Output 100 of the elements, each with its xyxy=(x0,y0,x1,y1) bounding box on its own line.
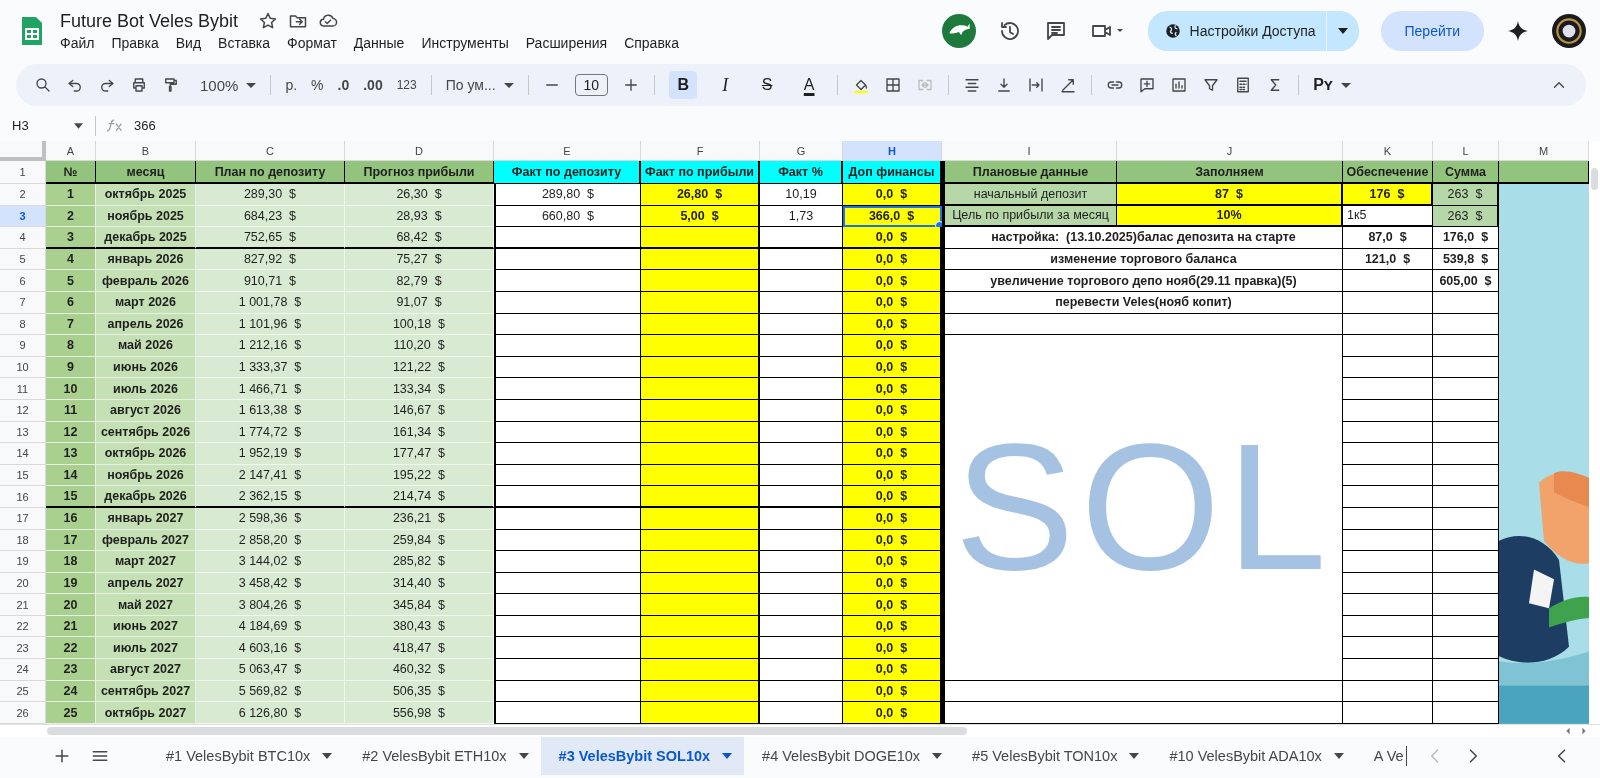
italic-button[interactable]: I xyxy=(711,71,740,99)
table-cell: 289,80 $ xyxy=(494,184,641,206)
font-size-field[interactable]: 10 xyxy=(574,74,609,96)
bold-button[interactable]: B xyxy=(669,71,698,99)
table-cell: изменение торгового баланса xyxy=(942,248,1343,271)
row-number[interactable]: 16 xyxy=(0,486,46,508)
table-cell: 0,0 $ xyxy=(843,702,942,724)
sheet-tab[interactable]: #1 VelesBybit BTC10x xyxy=(148,737,345,775)
row-number[interactable]: 17 xyxy=(0,507,46,530)
column-header[interactable]: M xyxy=(1499,141,1589,161)
row-number[interactable]: 12 xyxy=(0,399,46,422)
table-cell: 121,22 $ xyxy=(345,356,494,379)
menu-item[interactable]: Правка xyxy=(111,33,159,52)
formula-field[interactable]: 366 xyxy=(134,118,156,133)
table-cell: 0,0 $ xyxy=(843,615,942,638)
table-cell: 4 603,16 $ xyxy=(196,637,345,660)
row-number[interactable]: 20 xyxy=(0,572,46,595)
menu-item[interactable]: Файл xyxy=(60,33,95,52)
currency-button[interactable]: р. xyxy=(285,77,298,93)
column-header[interactable]: F xyxy=(641,141,760,161)
table-cell: 0,0 $ xyxy=(843,551,942,573)
table-cell: 133,34 $ xyxy=(345,378,494,400)
sheet-tab[interactable]: #10 VelesBybit ADA10x xyxy=(1151,737,1356,775)
row-number[interactable]: 22 xyxy=(0,615,46,638)
column-header[interactable]: E xyxy=(494,141,641,161)
number-format-button[interactable]: 123 xyxy=(396,78,417,92)
row-number[interactable]: 10 xyxy=(0,356,46,379)
table-cell: 506,35 $ xyxy=(345,680,494,703)
row-number[interactable]: 9 xyxy=(0,335,46,357)
row-number[interactable]: 14 xyxy=(0,443,46,465)
sheet-tab[interactable]: #3 VelesBybit SOL10x xyxy=(540,737,745,775)
row-number[interactable]: 25 xyxy=(0,680,46,703)
row-number[interactable]: 5 xyxy=(0,248,46,271)
column-header[interactable]: D xyxy=(345,141,494,161)
strike-button[interactable]: S xyxy=(753,71,782,99)
row-number[interactable]: 18 xyxy=(0,529,46,552)
row-number[interactable]: 24 xyxy=(0,659,46,681)
row-number[interactable]: 8 xyxy=(0,313,46,336)
column-header[interactable]: C xyxy=(196,141,345,161)
zoom-dropdown[interactable]: 100% xyxy=(200,76,257,94)
sheet-tab[interactable]: #4 VelesBybit DOGE10x xyxy=(744,737,955,775)
sheet-tab[interactable]: #2 VelesBybit ETH10x xyxy=(344,737,541,775)
row-number[interactable]: 23 xyxy=(0,637,46,660)
table-cell: май 2026 xyxy=(96,335,196,357)
row-number[interactable]: 15 xyxy=(0,464,46,487)
menu-item[interactable]: Вставка xyxy=(218,33,271,52)
decrease-decimals-button[interactable]: .0 xyxy=(337,77,350,93)
row-number[interactable]: 26 xyxy=(0,702,46,724)
column-header[interactable]: A xyxy=(46,141,96,161)
font-dropdown[interactable]: По ум... xyxy=(445,77,514,93)
menu-item[interactable]: Расширения xyxy=(525,33,608,52)
table-cell: 0,0 $ xyxy=(843,486,942,508)
color-button[interactable]: A xyxy=(795,71,824,99)
share-button[interactable]: Настройки Доступа xyxy=(1147,11,1327,51)
table-cell: июнь 2027 xyxy=(96,615,196,638)
row-number[interactable]: 2 xyxy=(0,184,46,206)
input-tools-dropdown[interactable]: Pʏ xyxy=(1313,76,1351,94)
row-number[interactable]: 11 xyxy=(0,378,46,400)
column-header[interactable]: J xyxy=(1117,141,1343,161)
row-number[interactable]: 1 xyxy=(0,161,46,184)
document-title[interactable]: Future Bot Veles Bybit xyxy=(60,10,239,32)
menu-item[interactable]: Инструменты xyxy=(421,33,509,52)
menu-item[interactable]: Справка xyxy=(624,33,680,52)
table-cell: 161,34 $ xyxy=(345,421,494,444)
column-header[interactable]: B xyxy=(96,141,196,161)
row-number[interactable]: 13 xyxy=(0,421,46,444)
table-cell: ноябрь 2025 xyxy=(96,205,196,228)
table-cell: июль 2026 xyxy=(96,378,196,400)
row-number[interactable]: 21 xyxy=(0,594,46,616)
cell-reference[interactable]: H3 xyxy=(12,118,74,133)
table-cell: 539,8 $ xyxy=(1433,248,1499,271)
menu-item[interactable]: Данные xyxy=(353,33,405,52)
row-number[interactable]: 19 xyxy=(0,551,46,573)
increase-decimals-button[interactable]: .00 xyxy=(363,77,383,93)
table-cell: 556,98 $ xyxy=(345,702,494,724)
sheet-tab[interactable]: A Ve xyxy=(1355,746,1407,766)
column-header[interactable]: I xyxy=(942,141,1117,161)
table-cell: 0,0 $ xyxy=(843,680,942,703)
row-number[interactable]: 6 xyxy=(0,270,46,292)
table-cell: 1 101,96 $ xyxy=(196,313,345,336)
table-cell: 176,0 $ xyxy=(1433,227,1499,249)
row-number[interactable]: 3 xyxy=(0,205,46,228)
column-header[interactable]: H xyxy=(843,141,942,161)
menu-item[interactable]: Формат xyxy=(287,33,337,52)
column-header[interactable]: K xyxy=(1343,141,1433,161)
table-cell: 1 001,78 $ xyxy=(196,291,345,314)
table-cell: 10% xyxy=(1117,205,1343,228)
table-cell: октябрь 2025 xyxy=(96,184,196,206)
sheet-tab[interactable]: #5 VelesBybit TON10x xyxy=(954,737,1152,775)
percent-button[interactable]: % xyxy=(311,77,324,93)
table-cell: настройка: (13.10.2025)балас депозита на старте xyxy=(942,227,1343,249)
menu-item[interactable]: Вид xyxy=(175,33,202,52)
row-number[interactable]: 7 xyxy=(0,291,46,314)
go-button[interactable]: Перейти xyxy=(1380,11,1484,51)
table-cell: 0,0 $ xyxy=(843,313,942,336)
column-header[interactable]: L xyxy=(1433,141,1499,161)
column-title: Обеспечение xyxy=(1343,161,1433,184)
column-header[interactable]: G xyxy=(760,141,843,161)
row-number[interactable]: 4 xyxy=(0,227,46,249)
column-title: Факт по депозиту xyxy=(494,161,641,184)
